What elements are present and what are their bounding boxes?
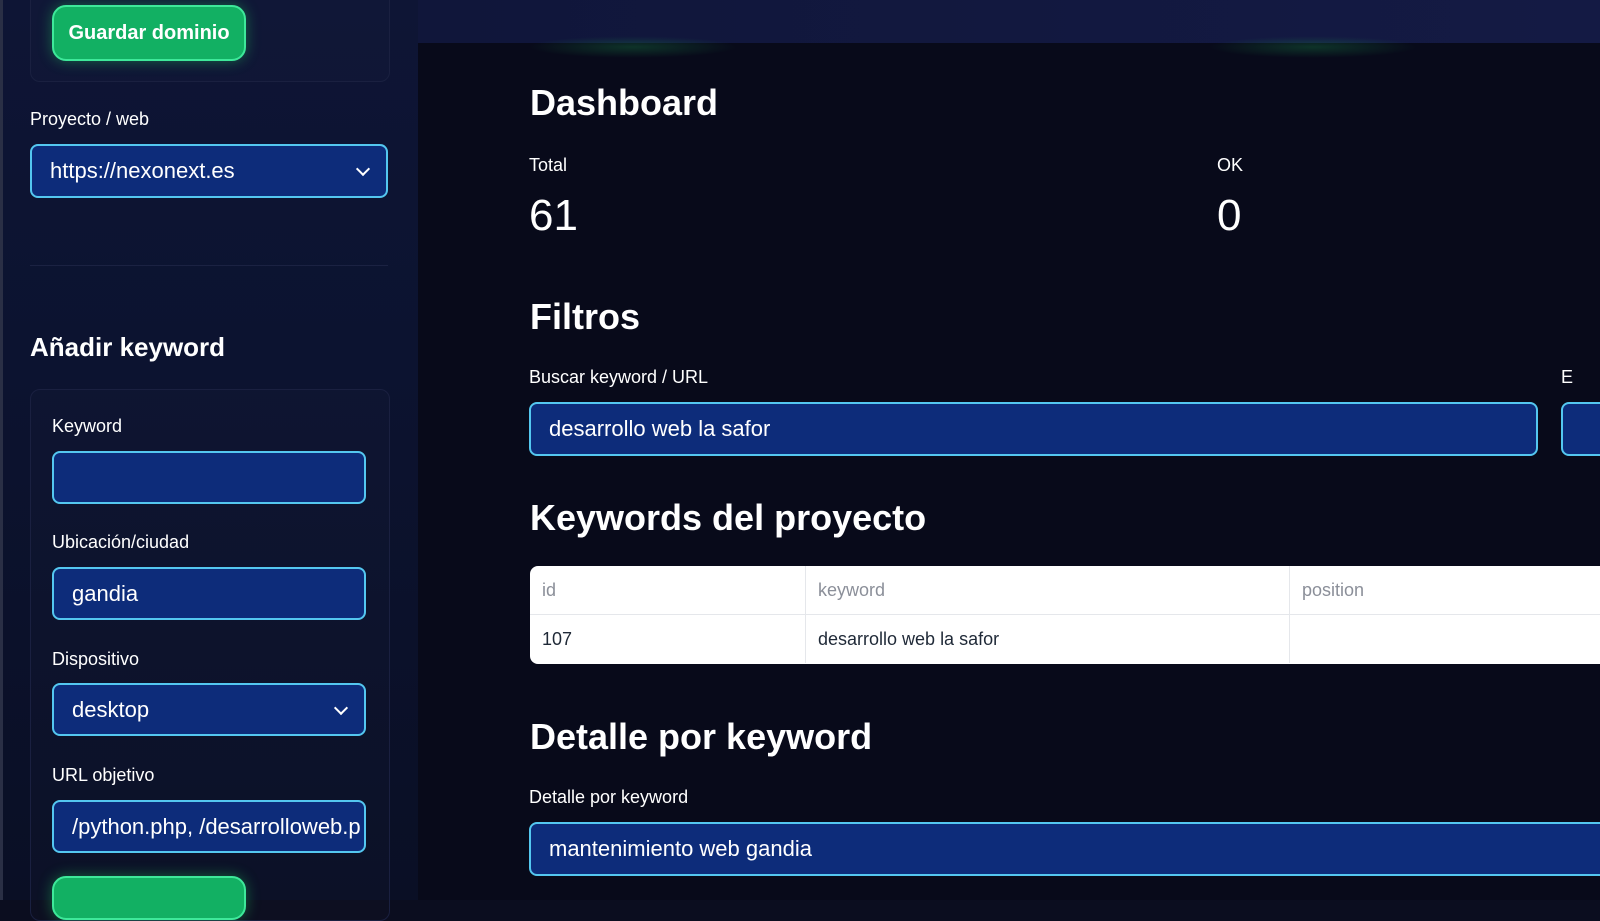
target-url-value: /python.php, /desarrolloweb.p <box>72 813 361 839</box>
target-url-label: URL objetivo <box>52 765 155 785</box>
detail-title: Detalle por keyword <box>530 716 873 757</box>
chevron-down-icon <box>355 161 371 177</box>
table-cell-position <box>1290 615 1600 663</box>
location-label: Ubicación/ciudad <box>52 532 190 552</box>
sidebar-divider <box>30 265 388 266</box>
project-select-value: https://nexonext.es <box>50 158 235 183</box>
add-keyword-title: Añadir keyword <box>30 332 226 362</box>
project-label: Proyecto / web <box>30 109 150 129</box>
filters-title: Filtros <box>530 296 641 337</box>
location-input[interactable]: gandia <box>52 567 366 620</box>
table-cell-id: 107 <box>530 615 806 663</box>
metric-ok-value: 0 <box>1217 191 1242 240</box>
metric-ok-label: OK <box>1217 155 1244 175</box>
search-value: desarrollo web la safor <box>549 416 771 441</box>
table-header-row: id keyword position <box>530 566 1600 615</box>
dashboard-title: Dashboard <box>530 82 719 123</box>
tab-glow-left <box>528 36 738 58</box>
detail-select-value: mantenimiento web gandia <box>549 836 812 861</box>
column-header-keyword[interactable]: keyword <box>806 566 1290 614</box>
table-row[interactable]: 107 desarrollo web la safor <box>530 615 1600 663</box>
column-header-id[interactable]: id <box>530 566 806 614</box>
add-keyword-button[interactable] <box>52 876 246 920</box>
tab-glow-right <box>1208 36 1418 58</box>
sidebar-edge <box>0 0 3 900</box>
keyword-label: Keyword <box>52 416 123 436</box>
search-label: Buscar keyword / URL <box>529 367 709 387</box>
device-select-value: desktop <box>72 696 150 722</box>
device-select[interactable]: desktop <box>52 683 366 736</box>
second-filter-label: E <box>1561 367 1574 387</box>
detail-label: Detalle por keyword <box>529 787 689 807</box>
second-filter-input[interactable] <box>1561 402 1600 456</box>
detail-select[interactable]: mantenimiento web gandia <box>529 822 1600 876</box>
search-input[interactable]: desarrollo web la safor <box>529 402 1538 456</box>
metric-total-value: 61 <box>529 191 578 240</box>
keyword-input[interactable] <box>52 451 366 504</box>
target-url-input[interactable]: /python.php, /desarrolloweb.p <box>52 800 366 853</box>
device-label: Dispositivo <box>52 649 140 669</box>
project-select[interactable]: https://nexonext.es <box>30 144 388 198</box>
chevron-down-icon <box>333 700 349 715</box>
location-value: gandia <box>72 580 139 606</box>
keywords-title: Keywords del proyecto <box>530 497 927 538</box>
column-header-position[interactable]: position <box>1290 566 1600 614</box>
save-domain-button[interactable]: Guardar dominio <box>52 5 246 61</box>
metric-total-label: Total <box>529 155 568 175</box>
sidebar: Guardar dominio Proyecto / web https://n… <box>0 0 418 921</box>
table-cell-keyword: desarrollo web la safor <box>806 615 1290 663</box>
keywords-table: id keyword position 107 desarrollo web l… <box>530 566 1600 664</box>
